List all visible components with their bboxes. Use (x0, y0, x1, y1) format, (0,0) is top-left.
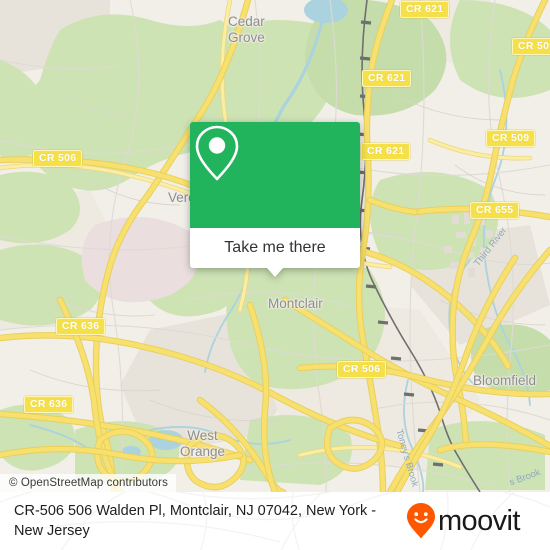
road-shield: CR 636 (56, 318, 106, 335)
take-me-there-button[interactable]: Take me there (190, 228, 360, 277)
road-shield: CR 621 (400, 1, 450, 18)
road-shield: CR 621 (362, 70, 412, 87)
road-shield: CR 636 (24, 396, 74, 413)
road-shield: CR 621 (361, 143, 411, 160)
moovit-logo[interactable]: moovit (406, 502, 520, 540)
location-callout-card[interactable]: Take me there (190, 122, 360, 277)
map-place-label: West Orange (180, 428, 226, 459)
osm-attribution[interactable]: © OpenStreetMap contributors (0, 474, 176, 492)
map-place-label: Montclair (268, 296, 323, 311)
footer-bar: CR-506 506 Walden Pl, Montclair, NJ 0704… (0, 492, 550, 550)
road-shield: CR 509 (486, 130, 536, 147)
moovit-map-screenshot: .park{fill:#cde3b4;} .parkdark{fill:#c4d… (0, 0, 550, 550)
road-shield: CR 655 (470, 202, 520, 219)
page-title: CR-506 506 Walden Pl, Montclair, NJ 0704… (14, 503, 377, 539)
map-canvas[interactable]: .park{fill:#cde3b4;} .parkdark{fill:#c4d… (0, 0, 550, 492)
map-pin-icon (195, 125, 239, 181)
callout-pointer-tail (267, 268, 283, 277)
callout-header (190, 122, 360, 228)
take-me-there-label: Take me there (224, 239, 326, 256)
moovit-pin-smile-icon (407, 503, 435, 539)
moovit-wordmark: moovit (438, 504, 520, 537)
map-place-label: Cedar Grove (228, 14, 265, 45)
map-place-label: Bloomfield (473, 373, 537, 388)
road-shield: CR 509 (512, 38, 550, 55)
road-shield: CR 506 (337, 361, 387, 378)
road-shield: CR 506 (33, 150, 83, 167)
